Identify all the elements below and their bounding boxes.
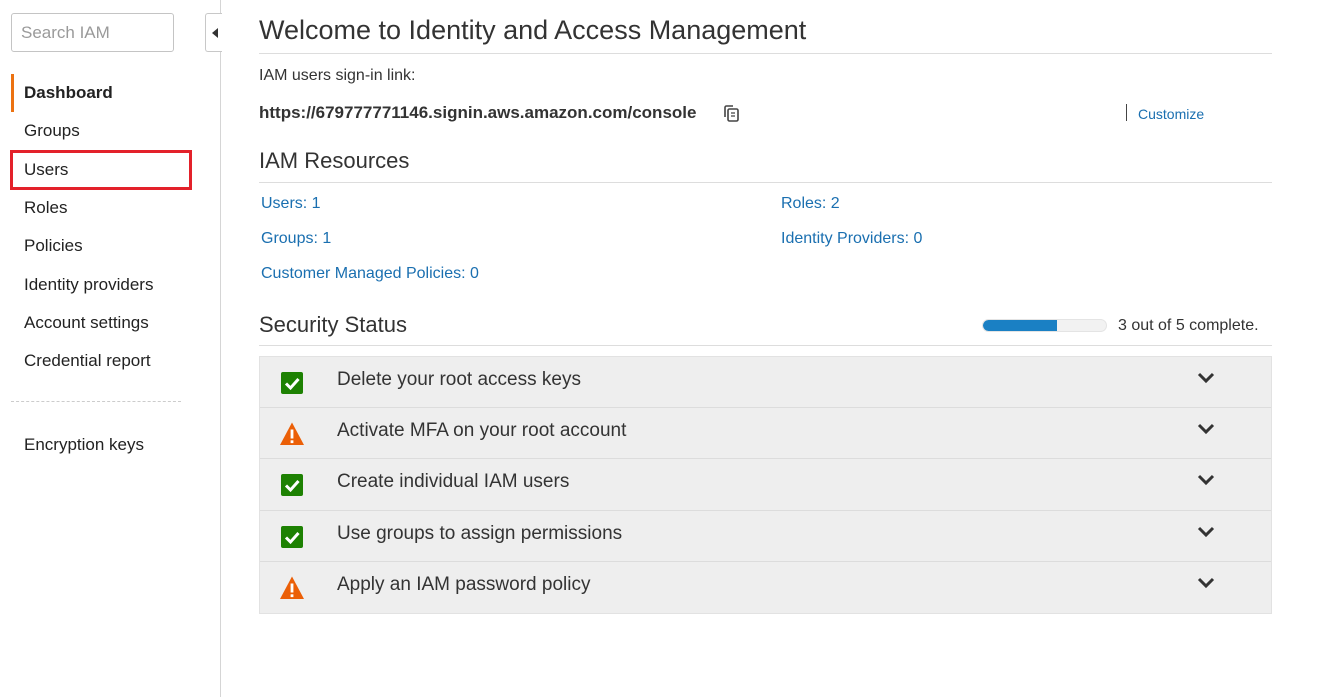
sidebar-item-policies[interactable]: Policies (11, 227, 191, 265)
progress-text: 3 out of 5 complete. (1118, 317, 1259, 334)
identity-providers-count-link[interactable]: Identity Providers: 0 (781, 230, 922, 248)
customize-separator (1126, 104, 1127, 121)
resources-title: IAM Resources (259, 148, 410, 173)
roles-count-link[interactable]: Roles: 2 (781, 195, 840, 213)
sidebar-item-dashboard[interactable]: Dashboard (11, 74, 191, 113)
status-row-mfa[interactable]: Activate MFA on your root account (260, 408, 1271, 460)
check-icon (281, 525, 303, 548)
security-status-title: Security Status (259, 312, 407, 337)
chevron-down-icon[interactable] (1196, 576, 1216, 590)
sidebar-item-account-settings[interactable]: Account settings (11, 304, 191, 342)
search-input[interactable] (11, 13, 174, 52)
page-title: Welcome to Identity and Access Managemen… (259, 15, 807, 45)
sidebar: Dashboard Groups Users Roles Policies Id… (0, 0, 222, 697)
security-progress-bar (982, 319, 1107, 332)
title-divider (259, 53, 1272, 54)
sidebar-nav: Dashboard Groups Users Roles Policies Id… (10, 74, 192, 380)
security-divider (259, 345, 1272, 346)
sidebar-nav-secondary: Encryption keys (11, 426, 191, 464)
customer-policies-count-link[interactable]: Customer Managed Policies: 0 (261, 265, 479, 283)
warning-icon (280, 422, 304, 446)
customize-link[interactable]: Customize (1138, 106, 1204, 122)
status-row-iam-users[interactable]: Create individual IAM users (260, 459, 1271, 511)
resources-divider (259, 182, 1272, 183)
signin-link-label: IAM users sign-in link: (259, 67, 416, 84)
chevron-down-icon[interactable] (1196, 525, 1216, 539)
signin-url: https://679777771146.signin.aws.amazon.c… (259, 103, 697, 122)
chevron-down-icon[interactable] (1196, 371, 1216, 385)
users-count-link[interactable]: Users: 1 (261, 195, 321, 213)
sidebar-item-roles[interactable]: Roles (11, 189, 191, 227)
sidebar-item-groups[interactable]: Groups (11, 112, 191, 150)
chevron-down-icon[interactable] (1196, 422, 1216, 436)
check-icon (281, 372, 303, 394)
sidebar-item-users[interactable]: Users (10, 149, 192, 190)
status-row-password-policy[interactable]: Apply an IAM password policy (260, 562, 1271, 613)
warning-icon (280, 576, 304, 599)
security-status-list: Delete your root access keys Activate MF… (259, 356, 1272, 614)
sidebar-item-credential-report[interactable]: Credential report (11, 342, 191, 380)
sidebar-divider (11, 401, 181, 402)
copy-icon[interactable] (722, 104, 741, 123)
groups-count-link[interactable]: Groups: 1 (261, 230, 331, 248)
status-label: Activate MFA on your root account (337, 420, 627, 442)
sidebar-item-encryption-keys[interactable]: Encryption keys (11, 426, 191, 464)
status-row-groups[interactable]: Use groups to assign permissions (260, 511, 1271, 562)
chevron-down-icon[interactable] (1196, 473, 1216, 487)
status-label: Use groups to assign permissions (337, 522, 623, 544)
status-label: Apply an IAM password policy (337, 573, 591, 595)
sidebar-item-identity-providers[interactable]: Identity providers (11, 265, 191, 303)
status-label: Create individual IAM users (337, 471, 570, 493)
collapse-sidebar-button[interactable] (205, 13, 222, 52)
status-row-root-keys[interactable]: Delete your root access keys (260, 357, 1271, 409)
status-label: Delete your root access keys (337, 369, 581, 390)
check-icon (281, 474, 303, 497)
progress-fill (983, 320, 1057, 331)
